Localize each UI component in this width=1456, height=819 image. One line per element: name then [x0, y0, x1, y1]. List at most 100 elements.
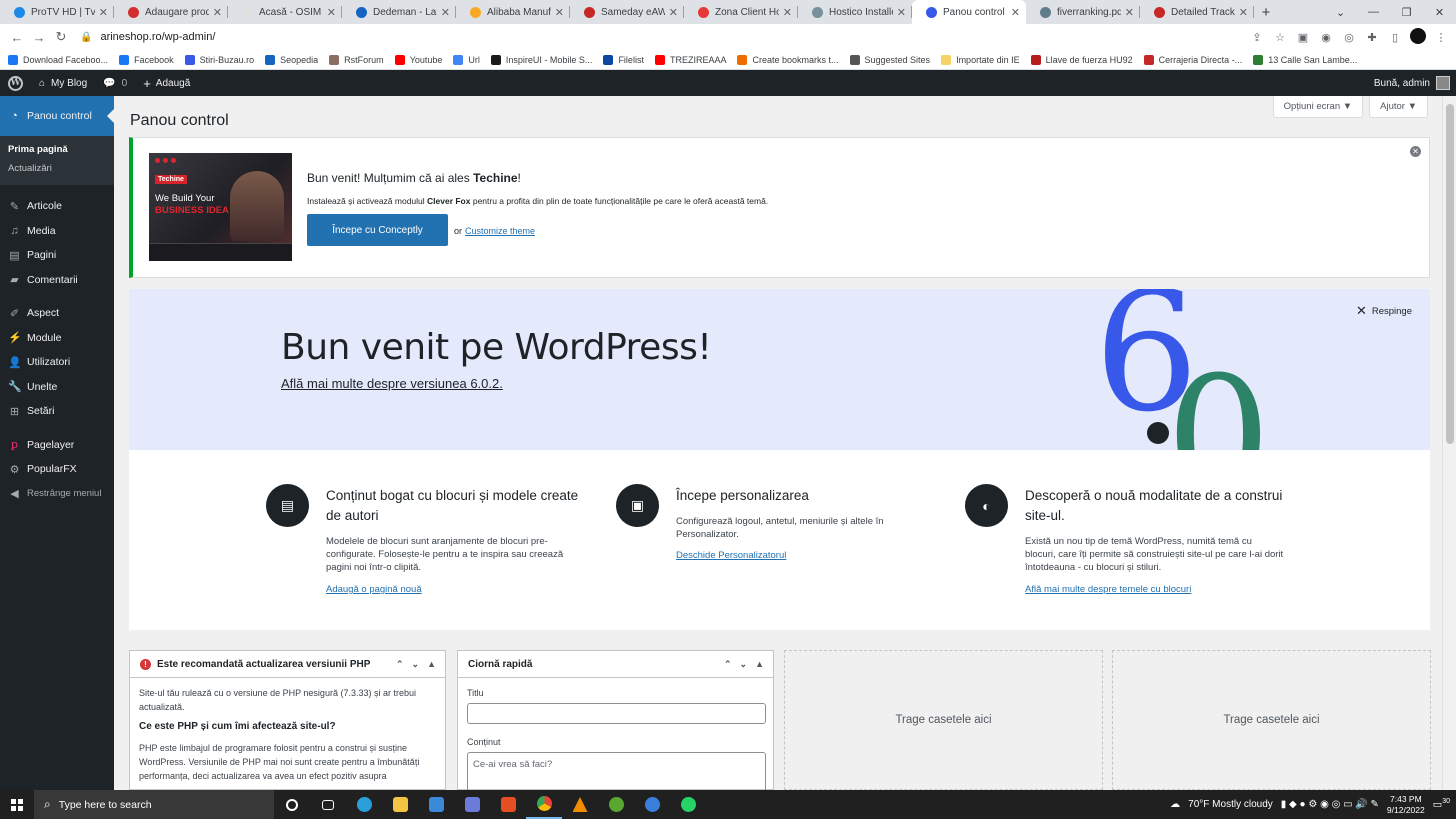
dismiss-welcome-button[interactable]: ✕ Respinge [1356, 303, 1412, 319]
submenu-item-home[interactable]: Prima pagină [0, 140, 114, 159]
bookmark-item[interactable]: RstForum [329, 54, 384, 65]
move-up-icon[interactable]: ⌃ [396, 659, 404, 670]
browser-tab[interactable]: Detailed Tracking ✕ [1140, 0, 1254, 24]
start-conceptly-button[interactable]: Începe cu Conceptly [307, 214, 448, 246]
site-name-link[interactable]: ⌂ My Blog [31, 70, 95, 96]
extensions-puzzle-icon[interactable]: ✚ [1363, 31, 1381, 44]
browser-tab[interactable]: Sameday eAWB ✕ [570, 0, 684, 24]
sidebar-item-posts[interactable]: ✎ Articole [0, 194, 114, 219]
taskbar-clock[interactable]: 7:43 PM 9/12/2022 [1387, 794, 1425, 816]
bookmark-item[interactable]: Suggested Sites [849, 54, 930, 65]
weather-cloud-icon[interactable]: ☁ [1170, 799, 1180, 810]
tab-close-icon[interactable]: ✕ [555, 6, 564, 19]
bookmark-item[interactable]: Url [453, 54, 480, 65]
close-window-button[interactable]: ✕ [1423, 0, 1456, 24]
bookmark-item[interactable]: Download Faceboo... [8, 54, 108, 65]
sidebar-item-pages[interactable]: ▤ Pagini [0, 243, 114, 268]
file-explorer-icon[interactable] [382, 790, 418, 819]
new-tab-button[interactable]: + [1254, 0, 1278, 24]
forward-icon[interactable]: → [28, 30, 50, 45]
wp-logo-menu[interactable]: W [0, 70, 31, 96]
version-info-link[interactable]: Află mai multe despre versiunea 6.0.2. [281, 376, 503, 391]
sidebar-item-popularfx[interactable]: ⚙ PopularFX [0, 457, 114, 482]
screen-options-button[interactable]: Opțiuni ecran ▼ [1272, 96, 1364, 118]
weather-text[interactable]: 70°F Mostly cloudy [1188, 799, 1273, 810]
reload-icon[interactable]: ↻ [50, 29, 72, 45]
draft-title-input[interactable] [467, 703, 766, 724]
bookmark-item[interactable]: Cerrajeria Directa -... [1143, 54, 1242, 65]
bookmark-item[interactable]: TREZIREAAA [654, 54, 726, 65]
comments-link[interactable]: 💬 0 [95, 70, 135, 96]
whatsapp-icon[interactable] [670, 790, 706, 819]
tab-search-icon[interactable]: ⌄ [1324, 0, 1357, 24]
extension-icon[interactable]: ◉ [1317, 31, 1335, 44]
edge-icon[interactable] [346, 790, 382, 819]
browser-tab[interactable]: Acasă - OSIM - Of ✕ [228, 0, 342, 24]
tab-close-icon[interactable]: ✕ [1125, 6, 1134, 19]
store-icon[interactable] [454, 790, 490, 819]
bookmark-item[interactable]: Youtube [394, 54, 442, 65]
extension-icon[interactable]: ▣ [1294, 31, 1312, 44]
sidebar-item-plugins[interactable]: ⚡ Module [0, 326, 114, 351]
notification-center-icon[interactable]: ▭30 [1433, 798, 1450, 810]
browser-tab[interactable]: Dedeman - Lamp ✕ [342, 0, 456, 24]
chrome-icon[interactable] [526, 790, 562, 819]
bookmark-item[interactable]: Create bookmarks t... [737, 54, 839, 65]
bookmark-star-icon[interactable]: ☆ [1271, 31, 1289, 44]
new-content-menu[interactable]: + Adaugă [135, 70, 198, 96]
share-icon[interactable]: ⇪ [1248, 31, 1266, 44]
task-view-icon[interactable] [310, 790, 346, 819]
move-down-icon[interactable]: ⌄ [412, 659, 420, 670]
tab-close-icon[interactable]: ✕ [99, 6, 108, 19]
customize-theme-link[interactable]: Customize theme [465, 226, 535, 236]
sidebar-item-media[interactable]: ♫ Media [0, 219, 114, 244]
tab-close-icon[interactable]: ✕ [897, 6, 906, 19]
sidebar-item-comments[interactable]: ▰ Comentarii [0, 268, 114, 293]
tab-close-icon[interactable]: ✕ [441, 6, 450, 19]
page-scrollbar[interactable] [1442, 96, 1456, 790]
bookmark-item[interactable]: InspireUI - Mobile S... [490, 54, 592, 65]
office-icon[interactable] [490, 790, 526, 819]
widget-dropzone[interactable]: Trage casetele aici [784, 650, 1103, 790]
vlc-icon[interactable] [562, 790, 598, 819]
widget-dropzone[interactable]: Trage casetele aici [1112, 650, 1431, 790]
extension-icon[interactable]: ◎ [1340, 31, 1358, 44]
draft-content-textarea[interactable]: Ce-ai vrea să faci? [467, 752, 766, 790]
browser-tab[interactable]: Zona Client Hostic ✕ [684, 0, 798, 24]
add-new-page-link[interactable]: Adaugă o pagină nouă [326, 584, 422, 595]
browser-tab[interactable]: Panou control ‹ M ✕ [912, 0, 1026, 24]
address-bar[interactable]: 🔒 arineshop.ro/wp-admin/ [80, 26, 215, 48]
move-down-icon[interactable]: ⌄ [740, 659, 748, 670]
browser-tab[interactable]: Alibaba Manufact ✕ [456, 0, 570, 24]
menu-kebab-icon[interactable]: ⋮ [1432, 31, 1450, 44]
minimize-button[interactable]: — [1357, 0, 1390, 24]
cortana-icon[interactable] [274, 790, 310, 819]
tab-close-icon[interactable]: ✕ [669, 6, 678, 19]
dismiss-notice-icon[interactable]: ✕ [1410, 146, 1421, 157]
help-button[interactable]: Ajutor ▼ [1369, 96, 1428, 118]
browser-tab[interactable]: Adaugare produs ✕ [114, 0, 228, 24]
bookmark-item[interactable]: Importate din IE [941, 54, 1020, 65]
move-up-icon[interactable]: ⌃ [724, 659, 732, 670]
open-customizer-link[interactable]: Deschide Personalizatorul [676, 550, 786, 561]
sidebar-item-appearance[interactable]: ✐ Aspect [0, 301, 114, 326]
toggle-panel-icon[interactable]: ▲ [755, 659, 764, 670]
browser-tab[interactable]: Hostico Installer ✕ [798, 0, 912, 24]
maximize-button[interactable]: ❐ [1390, 0, 1423, 24]
browser-tab[interactable]: ProTV HD | Tv Online ✕ [0, 0, 114, 24]
bookmark-item[interactable]: Stiri-Buzau.ro [184, 54, 254, 65]
bookmark-item[interactable]: Facebook [119, 54, 174, 65]
mail-icon[interactable] [418, 790, 454, 819]
bookmark-item[interactable]: 13 Calle San Lambe... [1253, 54, 1357, 65]
tray-icons[interactable]: ▮ ◆ ● ⚙ ◉ ◎ ▭ 🔊 ✎ [1281, 799, 1379, 810]
widget-header[interactable]: Ciornă rapidă ⌃ ⌄ ▲ [458, 651, 773, 678]
side-panel-icon[interactable]: ▯ [1386, 31, 1404, 44]
block-themes-link[interactable]: Află mai multe despre temele cu blocuri [1025, 584, 1191, 595]
collapse-menu-button[interactable]: ◀ Restrânge meniul [0, 482, 114, 507]
tab-close-icon[interactable]: ✕ [1011, 6, 1020, 19]
tab-close-icon[interactable]: ✕ [327, 6, 336, 19]
profile-avatar[interactable] [1409, 27, 1427, 47]
taskbar-search-box[interactable]: ⌕ Type here to search [34, 790, 274, 819]
submenu-item-updates[interactable]: Actualizări [0, 159, 114, 178]
sidebar-item-pagelayer[interactable]: ꝑ Pagelayer [0, 433, 114, 458]
